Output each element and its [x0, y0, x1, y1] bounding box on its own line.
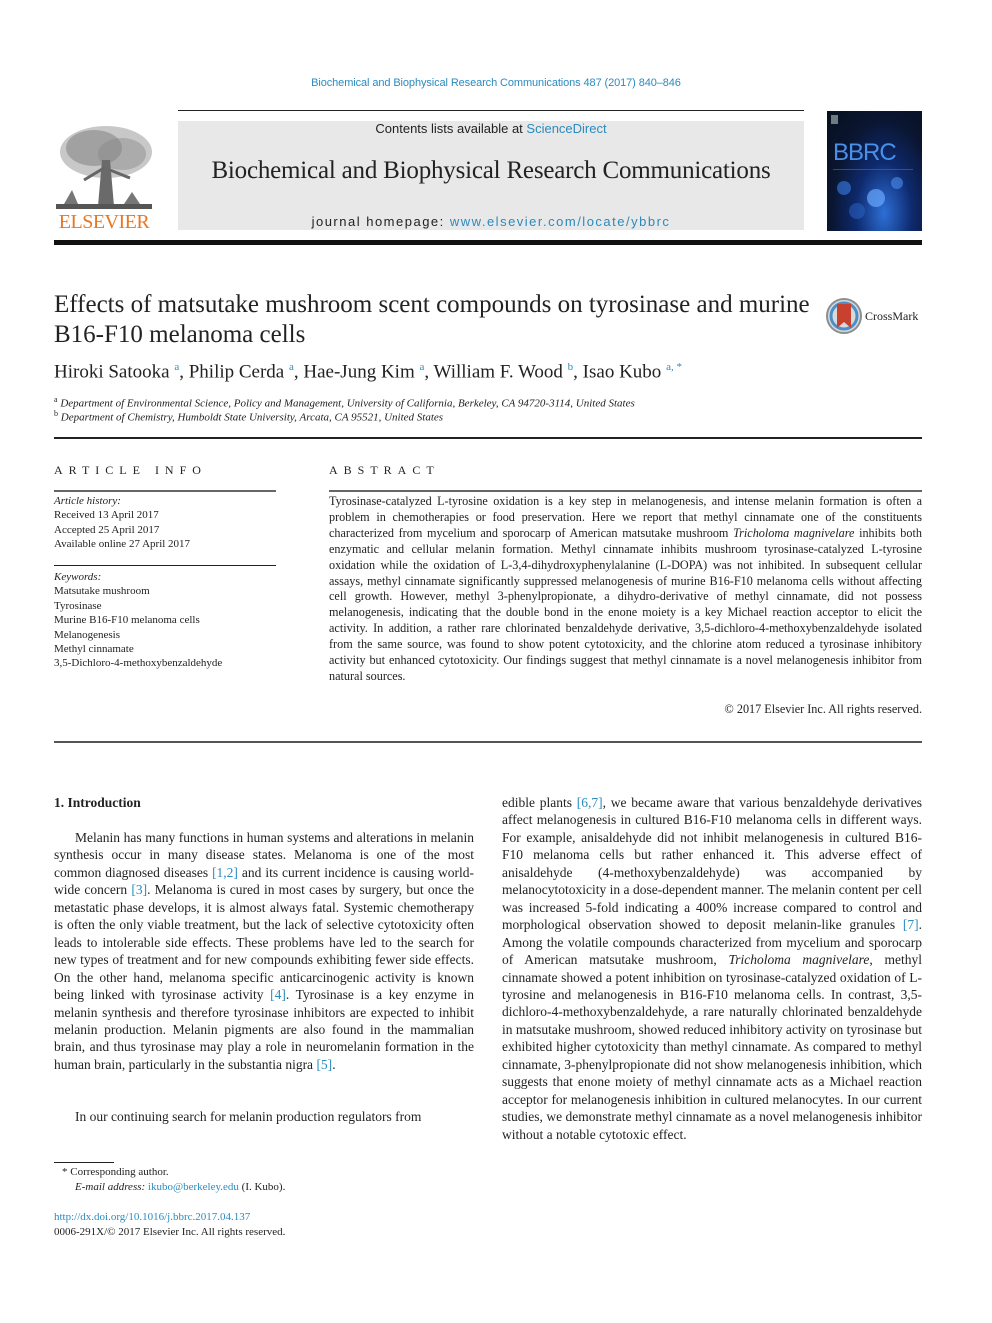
section-divider [54, 437, 922, 439]
cover-bokeh [849, 203, 865, 219]
history-accepted: Accepted 25 April 2017 [54, 523, 160, 536]
section-heading-introduction: 1. Introduction [54, 795, 141, 810]
intro-paragraph-right: edible plants [6,7], we became aware tha… [502, 794, 922, 1143]
body-fragment: , we became aware that various benzaldeh… [502, 795, 923, 933]
body-fragment: -tyrosine and melanogenesis in B16-F10 m… [502, 969, 922, 1142]
email-link[interactable]: ikubo@berkeley.edu [148, 1181, 239, 1193]
history-received: Received 13 April 2017 [54, 509, 159, 522]
header-divider [178, 110, 804, 111]
doi-link[interactable]: http://dx.doi.org/10.1016/j.bbrc.2017.04… [54, 1211, 250, 1223]
journal-homepage: journal homepage: www.elsevier.com/locat… [178, 214, 804, 229]
keywords-list: Keywords: Matsutake mushroom Tyrosinase … [54, 570, 294, 671]
contents-line: Contents lists available at ScienceDirec… [178, 121, 804, 136]
article-info-heading: ARTICLE INFO [54, 463, 207, 477]
cover-subtitle-line [833, 169, 913, 170]
abstract-fragment: -3,4-dihydroxyphenylalanine ( [508, 557, 660, 572]
crossmark-icon [826, 298, 862, 334]
abstract-copyright: © 2017 Elsevier Inc. All rights reserved… [724, 702, 922, 716]
intro-paragraph-left: Melanin has many functions in human syst… [54, 829, 474, 1073]
email-label: E-mail address: [75, 1181, 148, 1193]
crossmark-label: CrossMark [865, 309, 919, 323]
reference-link[interactable]: [5] [316, 1057, 332, 1072]
keyword: Methyl cinnamate [54, 643, 134, 656]
cover-bokeh [867, 189, 885, 207]
body-fragment: edible plants [502, 795, 577, 810]
article-info-rule [54, 490, 276, 492]
keyword: 3,5-Dichloro-4-methoxybenzaldehyde [54, 657, 223, 670]
reference-link[interactable]: [4] [270, 987, 286, 1002]
abstract-rule [329, 490, 922, 492]
affiliation: a Department of Environmental Science, P… [54, 395, 914, 410]
author-list: Hiroki Satooka a, Philip Cerda a, Hae-Ju… [54, 361, 682, 383]
l-isomer-prefix: L [437, 494, 445, 508]
keywords-label: Keywords: [54, 571, 102, 583]
email-suffix: (I. Kubo). [238, 1181, 286, 1193]
species-name: Tricholoma magnivelare [728, 952, 870, 968]
affiliation-text: Department of Environmental Science, Pol… [60, 397, 635, 410]
reference-link[interactable]: [3] [131, 882, 147, 897]
author-name[interactable]: Philip Cerda [189, 361, 285, 382]
affiliation-sup: a [54, 395, 58, 404]
l-isomer-prefix: L [871, 541, 879, 556]
reference-link[interactable]: [6,7] [577, 795, 603, 810]
author-affil-sup[interactable]: a [174, 361, 179, 373]
history-online: Available online 27 April 2017 [54, 538, 191, 551]
l-isomer-prefix: L [659, 557, 668, 572]
doi-url[interactable]: http://dx.doi.org/10.1016/j.bbrc.2017.04… [54, 1211, 250, 1223]
reference-link[interactable]: [7] [903, 917, 919, 932]
author-name[interactable]: William F. Wood [434, 361, 563, 382]
history-label: Article history: [54, 495, 121, 507]
abstract-text: Tyrosinase-catalyzed L-tyrosine oxidatio… [329, 494, 922, 685]
abstract-fragment: Tyrosinase-catalyzed [329, 494, 438, 508]
footnote-rule [54, 1162, 114, 1163]
cover-logo-icon [831, 115, 838, 124]
crossmark-badge[interactable]: CrossMark [825, 297, 925, 335]
journal-cover-image[interactable]: BBRC [827, 111, 922, 231]
body-fragment: . [332, 1056, 336, 1072]
cover-bokeh [891, 177, 903, 189]
reference-link[interactable]: [1,2] [212, 865, 238, 880]
affiliation: b Department of Chemistry, Humboldt Stat… [54, 409, 914, 424]
homepage-link[interactable]: www.elsevier.com/locate/ybbrc [450, 214, 671, 229]
author-affil-sup[interactable]: a [289, 361, 294, 373]
affiliation-text: Department of Chemistry, Humboldt State … [60, 411, 444, 424]
author-affil-sup[interactable]: a [419, 361, 424, 373]
affiliation-sup: b [54, 409, 58, 418]
homepage-label: journal homepage: [311, 214, 450, 229]
keyword: Melanogenesis [54, 628, 120, 641]
journal-banner: Contents lists available at ScienceDirec… [178, 121, 804, 230]
l-isomer-prefix: L [909, 969, 918, 985]
email-note: E-mail address: ikubo@berkeley.edu (I. K… [75, 1181, 285, 1193]
sciencedirect-link[interactable]: ScienceDirect [526, 121, 606, 136]
elsevier-wordmark: ELSEVIER [58, 211, 150, 233]
journal-title: Biochemical and Biophysical Research Com… [211, 157, 771, 184]
article-title: Effects of matsutake mushroom scent comp… [54, 291, 810, 348]
keyword: Murine B16-F10 melanoma cells [54, 614, 200, 627]
author-affil-sup[interactable]: a, * [666, 361, 682, 373]
author-name[interactable]: Hiroki Satooka [54, 361, 170, 382]
keywords-rule [54, 565, 276, 566]
intro-paragraph-left-2: In our continuing search for melanin pro… [75, 1109, 422, 1124]
article-history: Article history: Received 13 April 2017 … [54, 494, 276, 552]
cover-title: BBRC [833, 139, 897, 166]
abstract-fragment: -DOPA) was not inhibited. In subsequent … [329, 557, 923, 683]
keyword: Matsutake mushroom [54, 585, 150, 598]
keyword: Tyrosinase [54, 599, 102, 612]
corresponding-author-note: * Corresponding author. [62, 1166, 169, 1178]
author-name[interactable]: Isao Kubo [583, 361, 662, 382]
abstract-heading: ABSTRACT [329, 463, 440, 477]
author-affil-sup[interactable]: b [568, 361, 574, 373]
cover-bokeh [837, 181, 851, 195]
tree-icon [56, 126, 152, 209]
issn-copyright: 0006-291X/© 2017 Elsevier Inc. All right… [54, 1226, 286, 1238]
journal-citation[interactable]: Biochemical and Biophysical Research Com… [0, 77, 992, 89]
species-name: Tricholoma magnivelare [733, 525, 855, 540]
contents-prefix: Contents lists available at [375, 121, 527, 136]
header-thick-rule [54, 240, 922, 245]
author-name[interactable]: Hae-Jung Kim [303, 361, 414, 382]
abstract-bottom-rule [54, 741, 922, 743]
body-fragment: . Melanoma is cured in most cases by sur… [54, 882, 474, 1003]
